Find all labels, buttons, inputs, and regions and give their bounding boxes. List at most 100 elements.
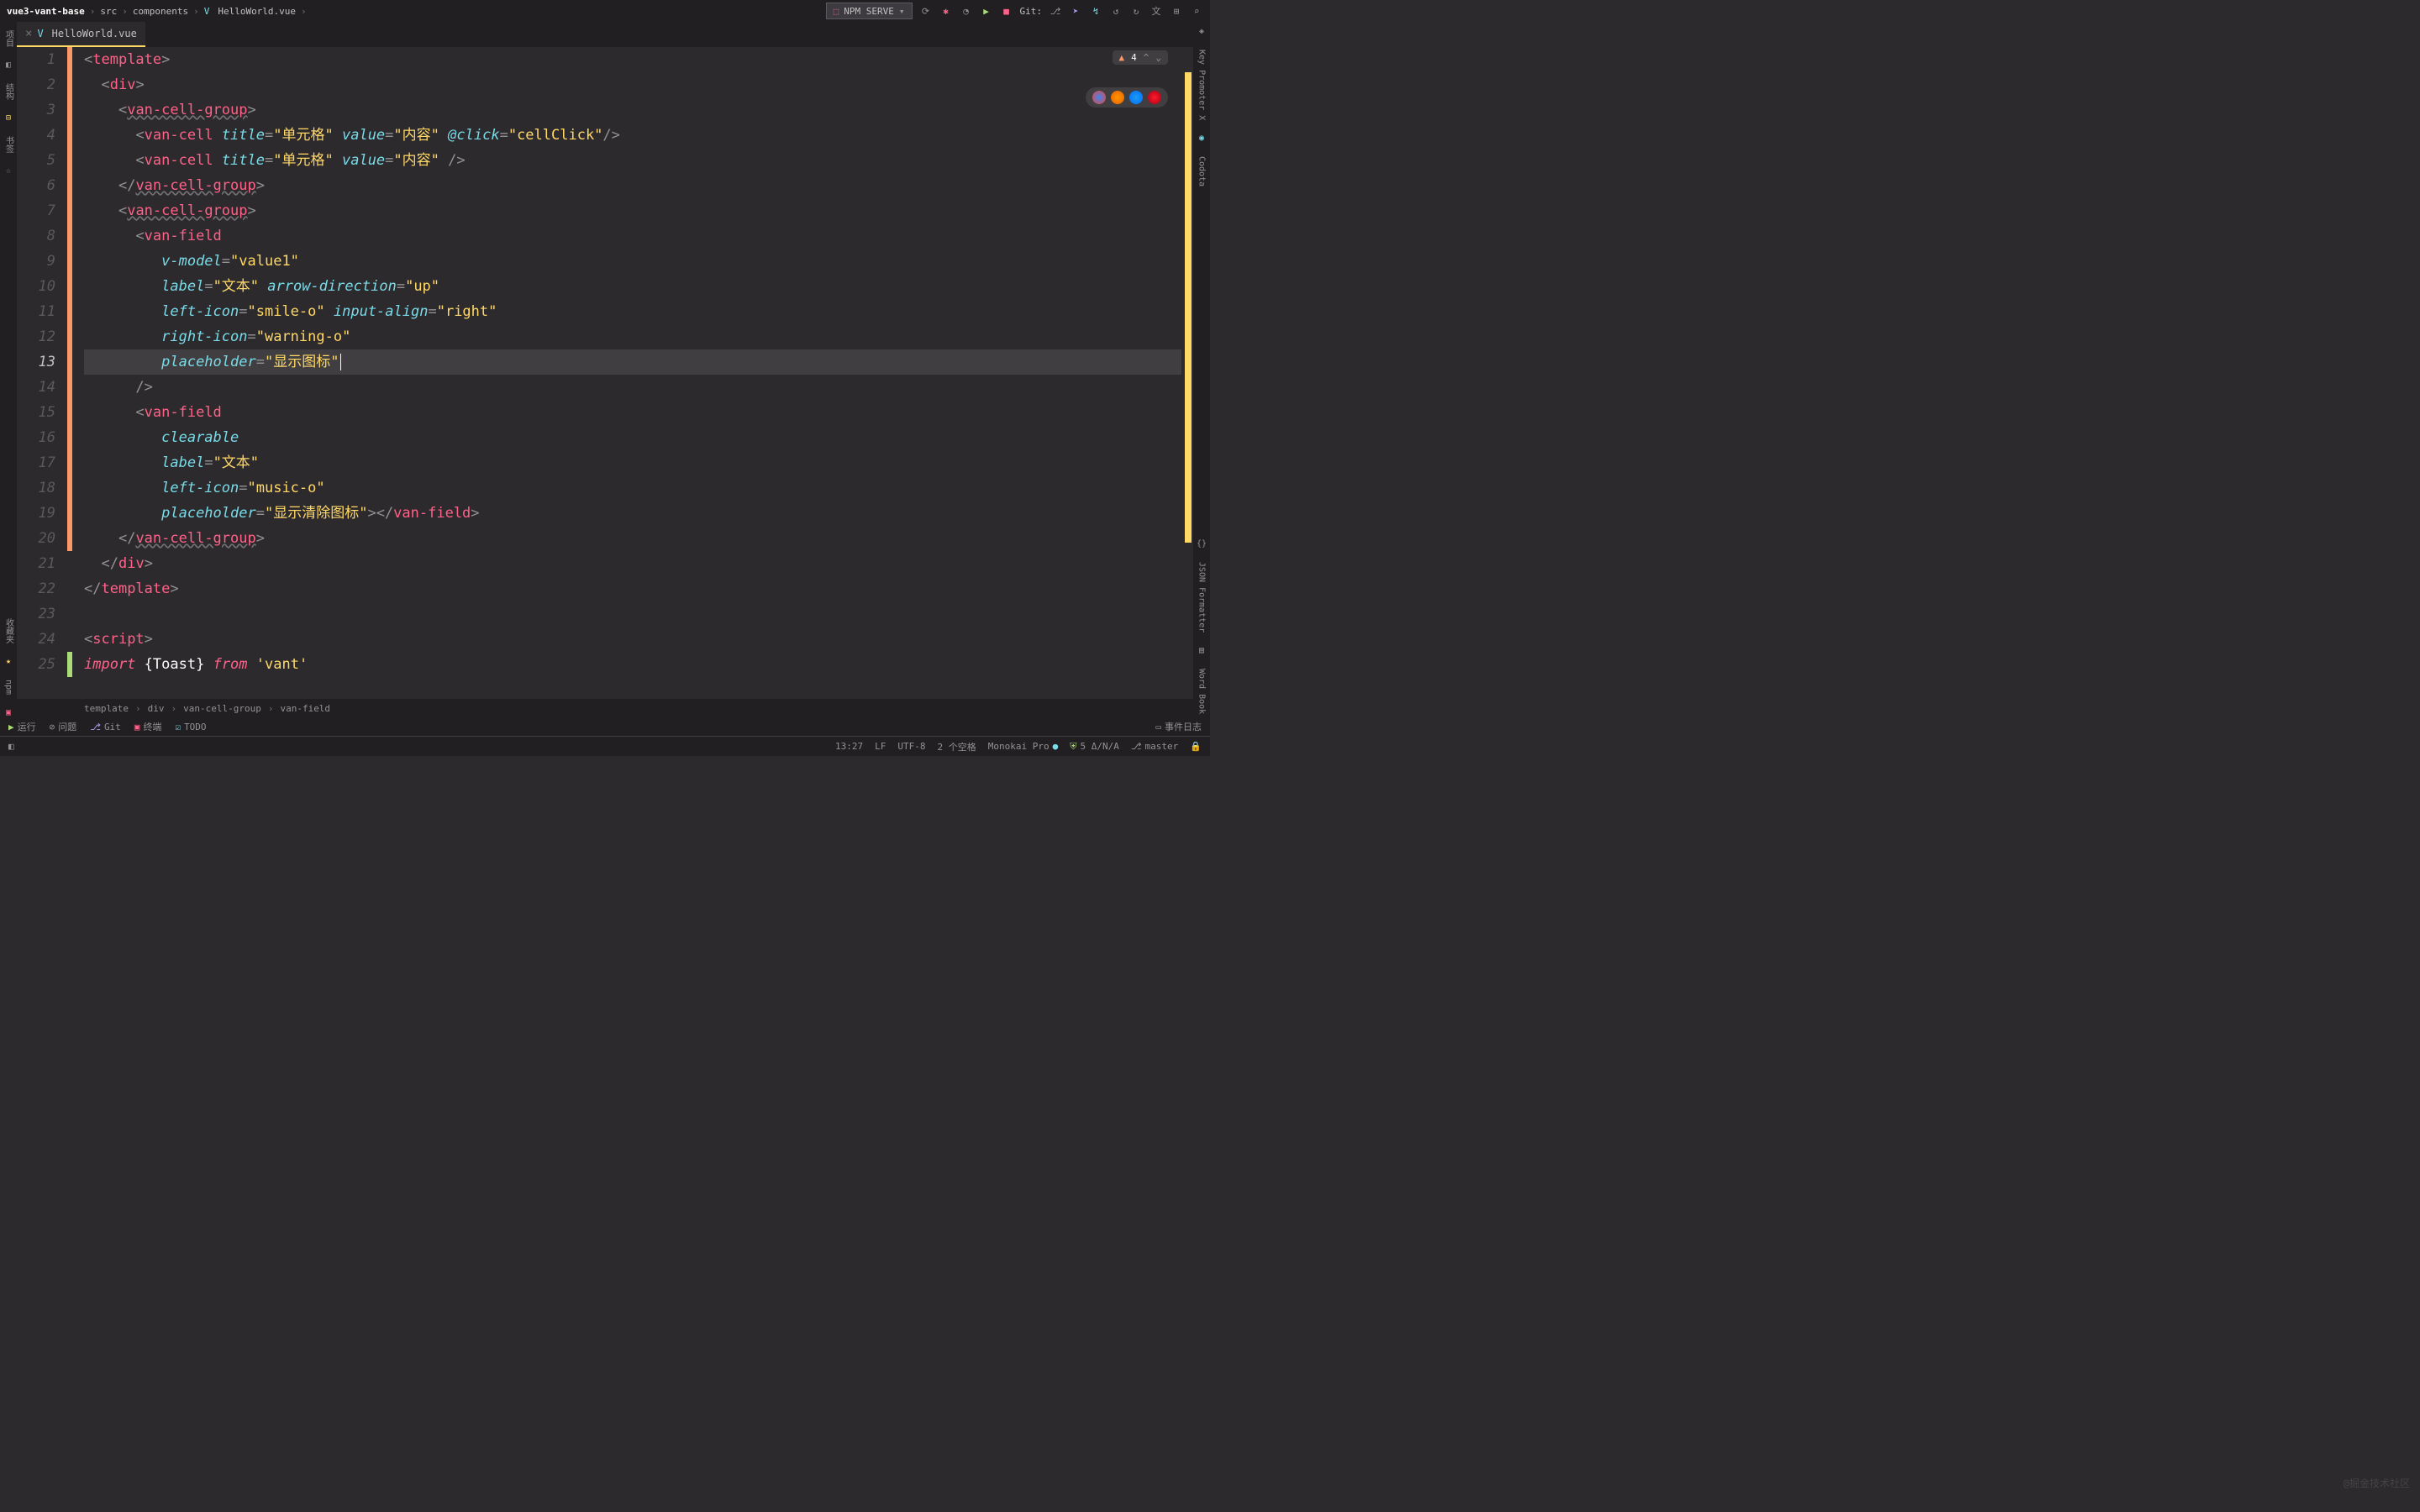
browser-preview-widget[interactable] [1086,87,1168,108]
right-tool-stripe: ◈ Key Promoter X ◉ Codota {} JSON Format… [1193,22,1210,717]
watermark: @掘金技术社区 [2344,1476,2410,1490]
debug-icon[interactable]: ✱ [939,6,953,17]
git-label: Git: [1020,6,1043,17]
breadcrumb-segment[interactable]: components [133,6,188,17]
sidebar-tab-keypromoter[interactable]: Key Promoter X [1197,46,1207,123]
tool-event-log[interactable]: ▭ 事件日志 [1155,720,1202,733]
line-number-gutter: 1234567891011121314151617181920212223242… [17,47,67,699]
structure-breadcrumb[interactable]: template › div › van-cell-group › van-fi… [17,699,1193,717]
git-branch[interactable]: ⎇ master [1131,741,1178,752]
log-icon: ▭ [1155,722,1161,732]
rollback-icon[interactable]: ↻ [1129,6,1143,17]
chevron-right-icon: › [301,6,307,17]
editor-tab-active[interactable]: × V HelloWorld.vue [17,22,145,47]
structure-icon[interactable]: ⊟ [6,113,11,123]
nav-up-icon[interactable]: ^ [1144,52,1150,63]
tool-terminal[interactable]: ▣ 终端 [134,720,162,733]
breadcrumb-file[interactable]: HelloWorld.vue [218,6,296,17]
opera-icon[interactable] [1148,91,1161,104]
search-icon[interactable]: ⌕ [1190,6,1203,17]
sidebar-tab-codota[interactable]: Codota [1197,153,1207,190]
chevron-right-icon: › [193,6,199,17]
breadcrumb[interactable]: vue3-vant-base › src › components › V He… [7,6,826,17]
breadcrumb-node[interactable]: van-cell-group [183,703,261,714]
toolbar-right: ⬚ NPM SERVE ▾ ⟳ ✱ ◔ ▶ ■ Git: ⎇ ➤ ↯ ↺ ↻ 文… [826,3,1203,19]
run-config-label: NPM SERVE [844,6,894,17]
shield-icon: ⛨ [1070,741,1076,753]
history-icon[interactable]: ↺ [1109,6,1123,17]
json-icon[interactable]: {} [1197,539,1207,549]
breadcrumb-node[interactable]: van-field [280,703,330,714]
git-toolbar: ⎇ ➤ ↯ ↺ ↻ [1049,6,1143,17]
editor-tab-bar: × V HelloWorld.vue [17,22,1193,47]
sidebar-tab-favorites[interactable]: 收藏夹 [3,615,15,647]
warning-count: 4 [1131,52,1137,63]
sidebar-tab-npm[interactable]: npm [4,676,13,698]
power-save[interactable]: ⛨ 5 Δ/N/A [1070,741,1119,753]
close-icon[interactable]: × [25,27,32,40]
sidebar-tab-structure[interactable]: 结构 [3,80,15,103]
branch-icon[interactable]: ⎇ [1049,6,1062,17]
push-icon[interactable]: ➤ [1069,6,1082,17]
chevron-right-icon: › [135,703,141,714]
firefox-icon[interactable] [1111,91,1124,104]
settings-icon[interactable]: ⊞ [1170,6,1183,17]
bookmark-icon[interactable]: ☆ [6,166,11,176]
sidebar-tab-json[interactable]: JSON Formatter [1197,559,1207,636]
lock-icon[interactable]: 🔒 [1190,741,1202,752]
tool-window-bar: ▶ 运行 ⊘ 问题 ⎇ Git ▣ 终端 ☑ TODO ▭ 事件日志 [0,717,1210,736]
todo-icon: ☑ [175,722,181,732]
book-icon[interactable]: ▤ [1199,646,1204,655]
sidebar-tab-project[interactable]: 项目 [3,27,15,50]
plugin-icon[interactable]: ◈ [1199,27,1204,36]
tool-git[interactable]: ⎇ Git [90,722,121,732]
npm-icon[interactable]: ▣ [6,708,11,717]
navigation-bar: vue3-vant-base › src › components › V He… [0,0,1210,22]
scrollbar-thumb[interactable] [1185,72,1192,543]
sidebar-tab-wordbook[interactable]: Word Book [1197,665,1207,717]
theme-dot-icon: ● [1053,741,1059,752]
tool-todo[interactable]: ☑ TODO [175,722,206,732]
left-tool-stripe: 项目 ◧ 结构 ⊟ 书签 ☆ 收藏夹 ★ npm ▣ [0,22,17,717]
tool-run[interactable]: ▶ 运行 [8,720,36,733]
encoding[interactable]: UTF-8 [897,741,925,752]
translate-icon[interactable]: 文 [1150,4,1163,18]
stop-button[interactable]: ■ [1000,6,1013,17]
chevron-right-icon: › [171,703,176,714]
breadcrumb-node[interactable]: div [148,703,165,714]
terminal-icon: ▣ [134,722,140,732]
breadcrumb-node[interactable]: template [84,703,129,714]
chevron-right-icon: › [90,6,96,17]
project-icon[interactable]: ◧ [6,60,11,70]
star-icon[interactable]: ★ [6,657,11,666]
chrome-icon[interactable] [1092,91,1106,104]
cursor-position[interactable]: 13:27 [835,741,863,752]
run-icon: ▶ [8,722,14,732]
safari-icon[interactable] [1129,91,1143,104]
status-bar: ◧ 13:27 LF UTF-8 2 个空格 Monokai Pro ● ⛨ 5… [0,736,1210,756]
reload-icon[interactable]: ⟳ [919,6,933,17]
codota-icon[interactable]: ◉ [1199,134,1204,143]
pull-icon[interactable]: ↯ [1089,6,1102,17]
code-editor[interactable]: 1234567891011121314151617181920212223242… [17,47,1193,699]
run-configuration-selector[interactable]: ⬚ NPM SERVE ▾ [826,3,913,19]
code-content[interactable]: <template> <div> <van-cell-group> <van-c… [67,47,1181,699]
status-indicator-icon[interactable]: ◧ [8,741,14,752]
git-icon: ⎇ [90,722,101,732]
vue-file-icon: V [204,6,210,17]
inspection-widget[interactable]: ▲ 4 ^ ⌄ [1113,50,1169,65]
editor-scrollbar[interactable] [1181,47,1193,699]
tool-problems[interactable]: ⊘ 问题 [50,720,77,733]
chevron-down-icon: ▾ [899,6,905,17]
warning-icon: ▲ [1119,52,1125,63]
chevron-right-icon: › [268,703,274,714]
sidebar-tab-bookmarks[interactable]: 书签 [3,133,15,156]
run-button[interactable]: ▶ [980,6,993,17]
indent-settings[interactable]: 2 个空格 [938,740,976,753]
nav-down-icon[interactable]: ⌄ [1155,52,1161,63]
color-scheme[interactable]: Monokai Pro ● [988,741,1058,752]
breadcrumb-segment[interactable]: src [100,6,117,17]
breadcrumb-project[interactable]: vue3-vant-base [7,6,85,17]
coverage-icon[interactable]: ◔ [960,6,973,17]
line-separator[interactable]: LF [875,741,886,752]
